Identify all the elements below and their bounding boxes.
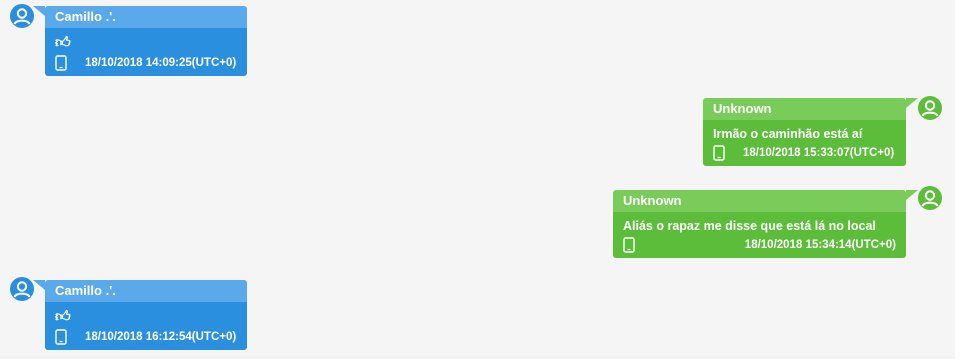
message-footer: 18/10/2018 14:09:25(UTC+0) <box>55 52 237 76</box>
sender-name: Unknown <box>703 98 906 120</box>
message-body: Aliás o rapaz me disse que está lá no lo… <box>613 212 906 258</box>
message-text: Aliás o rapaz me disse que está lá no lo… <box>623 219 876 233</box>
sender-name: Unknown <box>613 190 906 212</box>
message-bubble: Unknown Aliás o rapaz me disse que está … <box>613 190 918 258</box>
message-footer: 18/10/2018 16:12:54(UTC+0) <box>55 326 237 350</box>
user-avatar-icon <box>10 4 34 28</box>
bubble-tail <box>906 190 918 200</box>
bubble-tail <box>906 98 918 108</box>
message-footer: 18/10/2018 15:33:07(UTC+0) <box>713 142 896 166</box>
message-body: 👍︎ 18/10/2018 16:12:54(UTC+0) <box>45 302 247 350</box>
message-text: Irmão o caminhão está aí <box>713 127 863 141</box>
message-timestamp: 18/10/2018 15:33:07(UTC+0) <box>743 147 895 159</box>
phone-icon <box>55 329 67 345</box>
message-timestamp: 18/10/2018 14:09:25(UTC+0) <box>85 57 237 69</box>
thumbs-up-icon: 👍︎ <box>55 34 71 51</box>
message-timestamp: 18/10/2018 16:12:54(UTC+0) <box>85 331 237 343</box>
sender-name: Camillo .'. <box>45 6 247 28</box>
user-avatar-icon <box>10 277 34 301</box>
sender-name: Camillo .'. <box>45 280 247 302</box>
thumbs-up-icon: 👍︎ <box>55 308 71 325</box>
bubble-tail <box>33 6 45 16</box>
user-avatar-icon <box>918 96 942 120</box>
message-bubble: Camillo .'. 👍︎ 18/10/2018 16:12:54(UTC+0… <box>33 280 247 350</box>
phone-icon <box>623 237 635 253</box>
message-bubble: Unknown Irmão o caminhão está aí 18/10/2… <box>703 98 918 166</box>
message-body: Irmão o caminhão está aí 18/10/2018 15:3… <box>703 120 906 166</box>
bubble-tail <box>33 280 45 290</box>
frame-edge-right <box>955 0 961 362</box>
user-avatar-icon <box>918 186 942 210</box>
phone-icon <box>55 55 67 71</box>
message-footer: 18/10/2018 15:34:14(UTC+0) <box>623 234 896 258</box>
message-body: 👍︎ 18/10/2018 14:09:25(UTC+0) <box>45 28 247 76</box>
message-timestamp: 18/10/2018 15:34:14(UTC+0) <box>744 239 896 251</box>
message-bubble: Camillo .'. 👍︎ 18/10/2018 14:09:25(UTC+0… <box>33 6 247 76</box>
phone-icon <box>713 145 725 161</box>
